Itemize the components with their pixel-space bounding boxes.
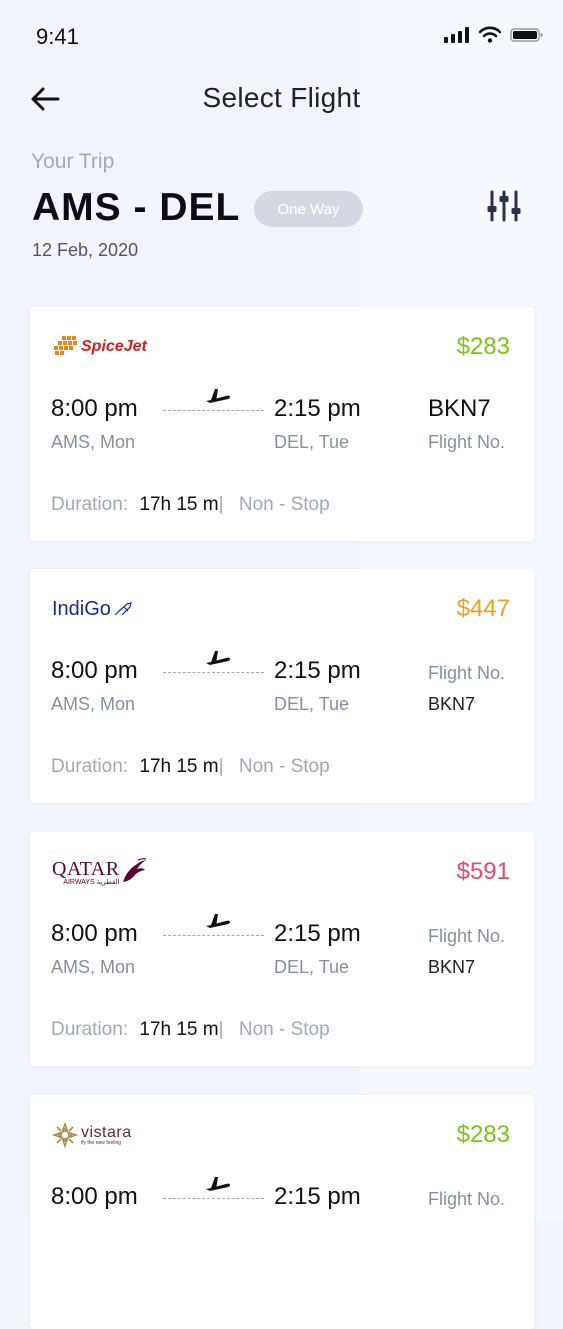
airline-tagline: fly the new feeling (81, 1139, 122, 1146)
departure-time: 8:00 pm (51, 395, 138, 422)
plane-icon (206, 651, 230, 665)
route-line (163, 1198, 264, 1199)
departure-location: AMS, Mon (51, 432, 136, 452)
flight-number-label: Flight No. (428, 1189, 506, 1209)
airline-name: IndiGo (52, 597, 111, 620)
flight-number: BKN7 (428, 395, 491, 422)
page-title: Select Flight (202, 82, 361, 113)
airline-logo: vistara fly the new feeling (52, 1117, 132, 1153)
flight-number-label: Flight No. (428, 432, 506, 452)
trip-date: 12 Feb, 2020 (32, 240, 139, 260)
trip-route: AMS - DEL (32, 186, 241, 229)
airline-logo: SpiceJet (52, 329, 147, 365)
duration-separator: | (218, 494, 224, 515)
airline-name: vistara (81, 1123, 132, 1141)
route-line (163, 672, 264, 673)
flight-card[interactable]: QATAR AIRWAYS القطرية $591 8:00 pm AMS, … (30, 832, 534, 1066)
status-icons (444, 26, 544, 43)
oryx-logo-icon (122, 858, 146, 882)
spicejet-logo-icon (54, 336, 77, 355)
duration-value: 17h 15 m (139, 494, 219, 515)
arrival-time: 2:15 pm (274, 920, 361, 947)
flight-card[interactable]: SpiceJet $283 8:00 pm AMS, Mon 2:15 pm D… (30, 307, 534, 541)
indigo-plane-icon (114, 602, 132, 616)
duration-label: Duration: (51, 494, 129, 515)
stops-label: Non - Stop (238, 1019, 330, 1040)
flight-card[interactable]: vistara fly the new feeling $283 8:00 pm… (30, 1095, 534, 1329)
trip-type-badge[interactable]: One Way (254, 191, 363, 227)
flight-number: BKN7 (428, 694, 476, 714)
duration-row: Duration: 17h 15 m| Non - Stop (51, 494, 330, 516)
departure-time: 8:00 pm (51, 920, 138, 947)
stops-label: Non - Stop (238, 756, 330, 777)
route-line (163, 410, 264, 411)
plane-icon (206, 389, 230, 403)
airline-name-sub: AIRWAYS القطرية (63, 878, 120, 886)
duration-separator: | (218, 756, 224, 777)
departure-time: 8:00 pm (51, 1183, 138, 1210)
plane-icon (206, 914, 230, 928)
flight-number-label: Flight No. (428, 926, 506, 946)
flight-price: $591 (456, 858, 510, 885)
vistara-logo-icon (52, 1122, 78, 1148)
arrival-location: DEL, Tue (274, 957, 350, 977)
duration-separator: | (218, 1019, 224, 1040)
filter-button[interactable] (486, 188, 526, 224)
airline-name: SpiceJet (81, 338, 147, 355)
arrival-time: 2:15 pm (274, 1183, 361, 1210)
trip-label: Your Trip (31, 150, 115, 173)
arrival-time: 2:15 pm (274, 657, 361, 684)
departure-time: 8:00 pm (51, 657, 138, 684)
wifi-icon (479, 26, 501, 43)
departure-location: AMS, Mon (51, 957, 136, 977)
plane-icon (206, 1177, 230, 1191)
duration-row: Duration: 17h 15 m| Non - Stop (51, 756, 330, 778)
arrival-time: 2:15 pm (274, 395, 361, 422)
arrival-location: DEL, Tue (274, 432, 350, 452)
airline-name: QATAR (52, 857, 120, 880)
flight-price: $283 (456, 1121, 510, 1148)
signal-icon (444, 26, 469, 43)
airline-logo: IndiGo (52, 591, 133, 627)
sliders-icon (487, 190, 521, 222)
flight-card[interactable]: IndiGo $447 8:00 pm AMS, Mon 2:15 pm DEL… (30, 569, 534, 803)
stops-label: Non - Stop (238, 494, 330, 515)
duration-row: Duration: 17h 15 m| Non - Stop (51, 1019, 330, 1041)
duration-value: 17h 15 m (139, 756, 219, 777)
route-line (163, 935, 264, 936)
battery-icon (510, 27, 543, 42)
airline-logo: QATAR AIRWAYS القطرية (52, 854, 147, 890)
duration-label: Duration: (51, 756, 129, 777)
departure-location: AMS, Mon (51, 694, 136, 714)
flight-number: BKN7 (428, 957, 476, 977)
arrival-location: DEL, Tue (274, 694, 350, 714)
duration-value: 17h 15 m (139, 1019, 219, 1040)
flight-price: $283 (456, 333, 510, 360)
flight-number-label: Flight No. (428, 663, 506, 683)
duration-label: Duration: (51, 1019, 129, 1040)
flight-price: $447 (456, 595, 510, 622)
status-time: 9:41 (36, 24, 79, 49)
